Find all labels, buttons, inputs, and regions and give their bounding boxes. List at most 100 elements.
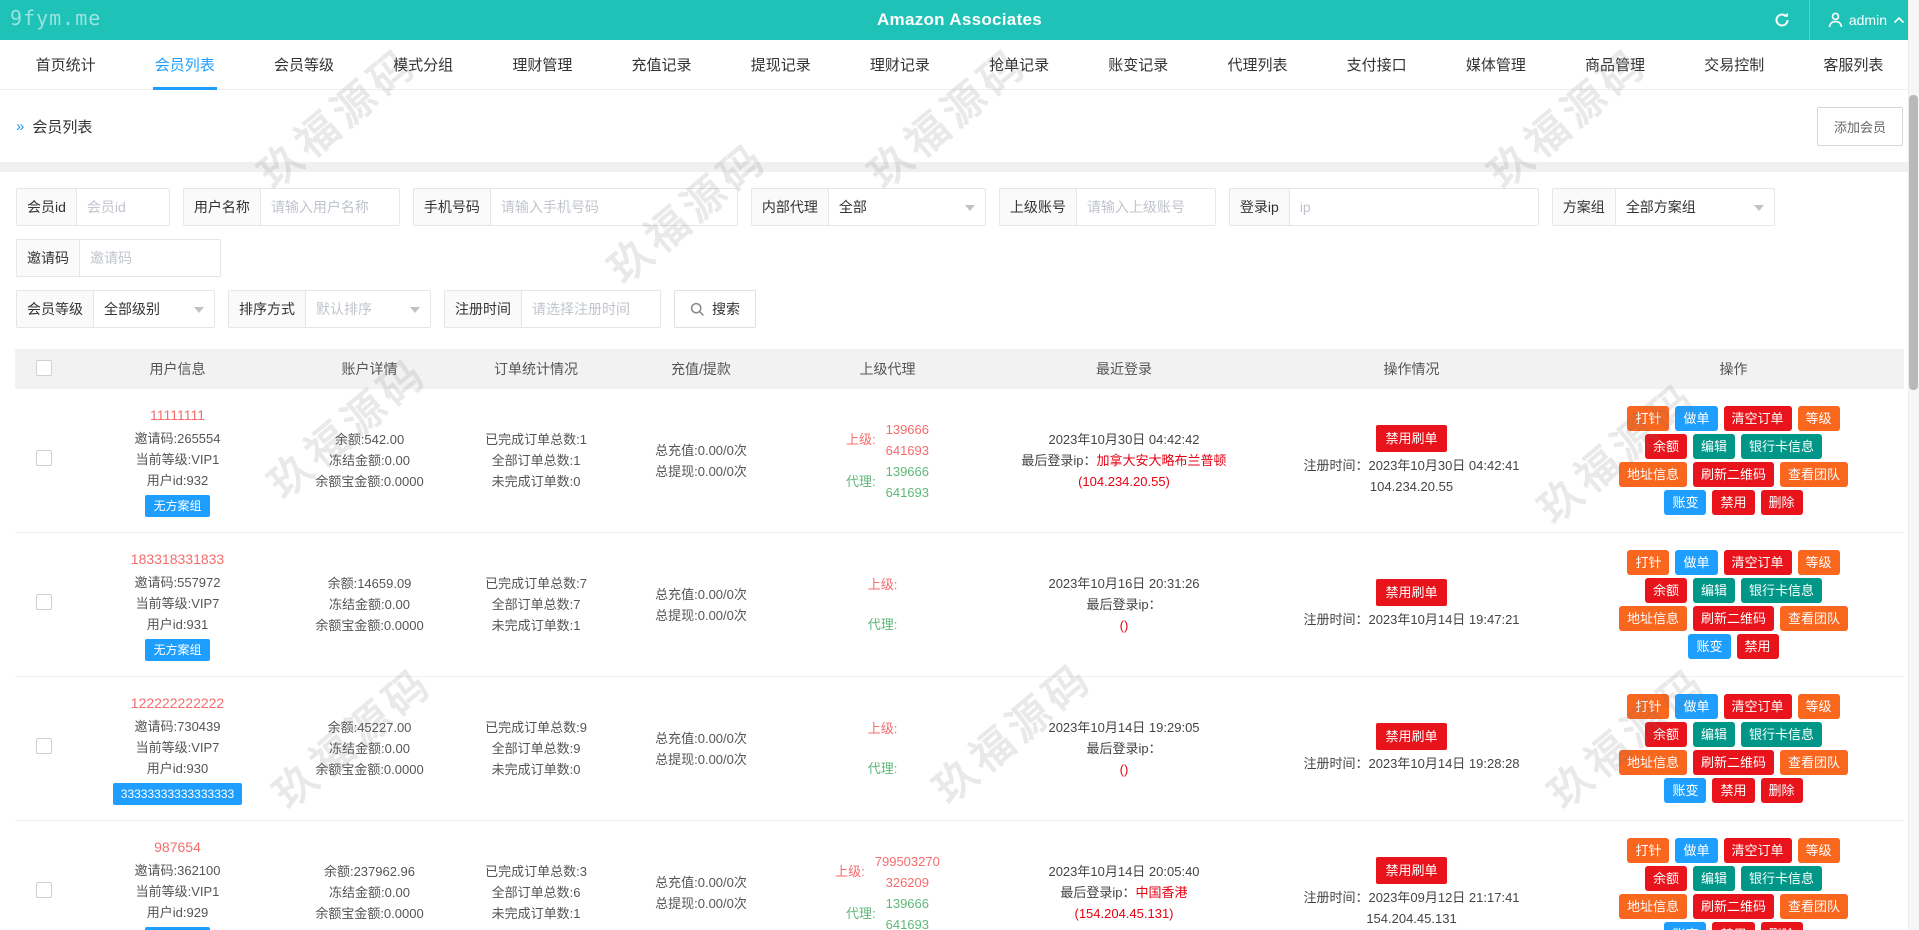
row-checkbox[interactable]	[36, 593, 52, 610]
action-button[interactable]: 银行卡信息	[1741, 866, 1823, 891]
action-button[interactable]: 删除	[1760, 922, 1803, 930]
action-button[interactable]: 做单	[1675, 838, 1718, 863]
action-button[interactable]: 等级	[1797, 406, 1840, 431]
row-checkbox[interactable]	[36, 449, 52, 466]
filter-select[interactable]: 全部方案组	[1616, 189, 1774, 225]
action-button[interactable]: 清空订单	[1723, 406, 1792, 431]
tab-12[interactable]: 支付接口	[1317, 40, 1436, 89]
user-menu[interactable]: admin	[1828, 12, 1905, 28]
tab-1[interactable]: 首页统计	[6, 40, 125, 89]
action-button[interactable]: 地址信息	[1618, 462, 1687, 487]
scrollbar-thumb[interactable]	[1909, 95, 1918, 390]
member-username[interactable]: 987654	[77, 837, 278, 858]
action-button[interactable]: 删除	[1760, 490, 1803, 515]
action-button[interactable]: 地址信息	[1618, 606, 1687, 631]
tab-16[interactable]: 客服列表	[1794, 40, 1913, 89]
add-member-button[interactable]: 添加会员	[1816, 106, 1903, 146]
superior-label: 上级:	[845, 432, 876, 447]
action-button[interactable]: 清空订单	[1723, 694, 1792, 719]
action-button[interactable]: 刷新二维码	[1692, 894, 1774, 919]
filter-input[interactable]	[80, 240, 220, 276]
action-button[interactable]: 打针	[1627, 406, 1670, 431]
action-button[interactable]: 刷新二维码	[1692, 750, 1774, 775]
tab-13[interactable]: 媒体管理	[1436, 40, 1555, 89]
action-button[interactable]: 账变	[1664, 490, 1707, 515]
row-checkbox[interactable]	[36, 881, 52, 898]
tab-5[interactable]: 理财管理	[483, 40, 602, 89]
tab-2[interactable]: 会员列表	[125, 40, 244, 90]
tab-14[interactable]: 商品管理	[1555, 40, 1674, 89]
row-checkbox[interactable]	[36, 737, 52, 754]
action-button[interactable]: 禁用	[1712, 490, 1755, 515]
action-button[interactable]: 账变	[1664, 778, 1707, 803]
last-login-time: 2023年10月30日 04:42:42	[1048, 432, 1200, 447]
action-button[interactable]: 查看团队	[1780, 462, 1849, 487]
refresh-icon[interactable]	[1773, 11, 1791, 29]
action-button[interactable]: 等级	[1797, 550, 1840, 575]
action-button[interactable]: 禁用	[1736, 634, 1779, 659]
action-button[interactable]: 余额	[1644, 434, 1687, 459]
action-button[interactable]: 打针	[1627, 694, 1670, 719]
filter-input[interactable]	[490, 189, 737, 225]
action-button[interactable]: 查看团队	[1780, 894, 1849, 919]
action-button[interactable]: 编辑	[1692, 578, 1735, 603]
tab-8[interactable]: 理财记录	[840, 40, 959, 89]
filter-select[interactable]: 默认排序	[306, 291, 430, 327]
action-button[interactable]: 禁用	[1712, 922, 1755, 930]
action-button[interactable]: 刷新二维码	[1692, 606, 1774, 631]
action-button[interactable]: 地址信息	[1618, 750, 1687, 775]
filter-select[interactable]: 全部	[829, 189, 985, 225]
filter-input[interactable]	[76, 189, 169, 225]
member-username[interactable]: 11111111	[77, 405, 278, 426]
action-button[interactable]: 等级	[1797, 838, 1840, 863]
action-button[interactable]: 余额	[1644, 578, 1687, 603]
action-button[interactable]: 余额	[1644, 722, 1687, 747]
action-button[interactable]: 打针	[1627, 550, 1670, 575]
action-button[interactable]: 银行卡信息	[1741, 722, 1823, 747]
action-button[interactable]: 做单	[1675, 694, 1718, 719]
action-button[interactable]: 等级	[1797, 694, 1840, 719]
tab-6[interactable]: 充值记录	[602, 40, 721, 89]
action-button[interactable]: 编辑	[1692, 434, 1735, 459]
tab-9[interactable]: 抢单记录	[960, 40, 1079, 89]
member-username[interactable]: 183318331833	[77, 549, 278, 570]
action-button-line: 余额 编辑 银行卡信息	[1567, 578, 1900, 603]
action-button[interactable]: 清空订单	[1723, 838, 1792, 863]
cell-account-detail: 余额:542.00 冻结金额:0.00 余额宝金额:0.0000	[282, 389, 457, 533]
action-button[interactable]: 查看团队	[1780, 750, 1849, 775]
tab-10[interactable]: 账变记录	[1079, 40, 1198, 89]
action-button[interactable]: 账变	[1664, 922, 1707, 930]
tab-11[interactable]: 代理列表	[1198, 40, 1317, 89]
table-row: 11111111 邀请码:265554 当前等级:VIP1 用户id:932 无方案组 余…	[15, 389, 1904, 533]
tab-4[interactable]: 模式分组	[364, 40, 483, 89]
tab-7[interactable]: 提现记录	[721, 40, 840, 89]
action-button[interactable]: 清空订单	[1723, 550, 1792, 575]
filter-input[interactable]	[1289, 189, 1538, 225]
action-button[interactable]: 做单	[1675, 550, 1718, 575]
filter-input[interactable]	[1076, 189, 1215, 225]
action-button[interactable]: 余额	[1644, 866, 1687, 891]
scrollbar[interactable]	[1908, 0, 1919, 930]
action-button[interactable]: 删除	[1760, 778, 1803, 803]
action-button[interactable]: 查看团队	[1780, 606, 1849, 631]
search-button[interactable]: 搜索	[674, 290, 756, 328]
tab-label: 会员列表	[152, 40, 217, 90]
action-button[interactable]: 账变	[1688, 634, 1731, 659]
action-button[interactable]: 地址信息	[1618, 894, 1687, 919]
action-button[interactable]: 银行卡信息	[1741, 578, 1823, 603]
action-button[interactable]: 编辑	[1692, 866, 1735, 891]
filter-label: 会员id	[17, 189, 77, 225]
action-button[interactable]: 禁用	[1712, 778, 1755, 803]
action-button[interactable]: 打针	[1627, 838, 1670, 863]
member-username[interactable]: 122222222222	[77, 693, 278, 714]
action-button[interactable]: 银行卡信息	[1741, 434, 1823, 459]
action-button[interactable]: 做单	[1675, 406, 1718, 431]
select-all-checkbox[interactable]	[36, 359, 52, 376]
tab-3[interactable]: 会员等级	[244, 40, 363, 89]
filter-input[interactable]	[522, 291, 660, 327]
action-button[interactable]: 编辑	[1692, 722, 1735, 747]
filter-input[interactable]	[260, 189, 399, 225]
filter-select[interactable]: 全部级别	[94, 291, 214, 327]
tab-15[interactable]: 交易控制	[1675, 40, 1794, 89]
action-button[interactable]: 刷新二维码	[1692, 462, 1774, 487]
